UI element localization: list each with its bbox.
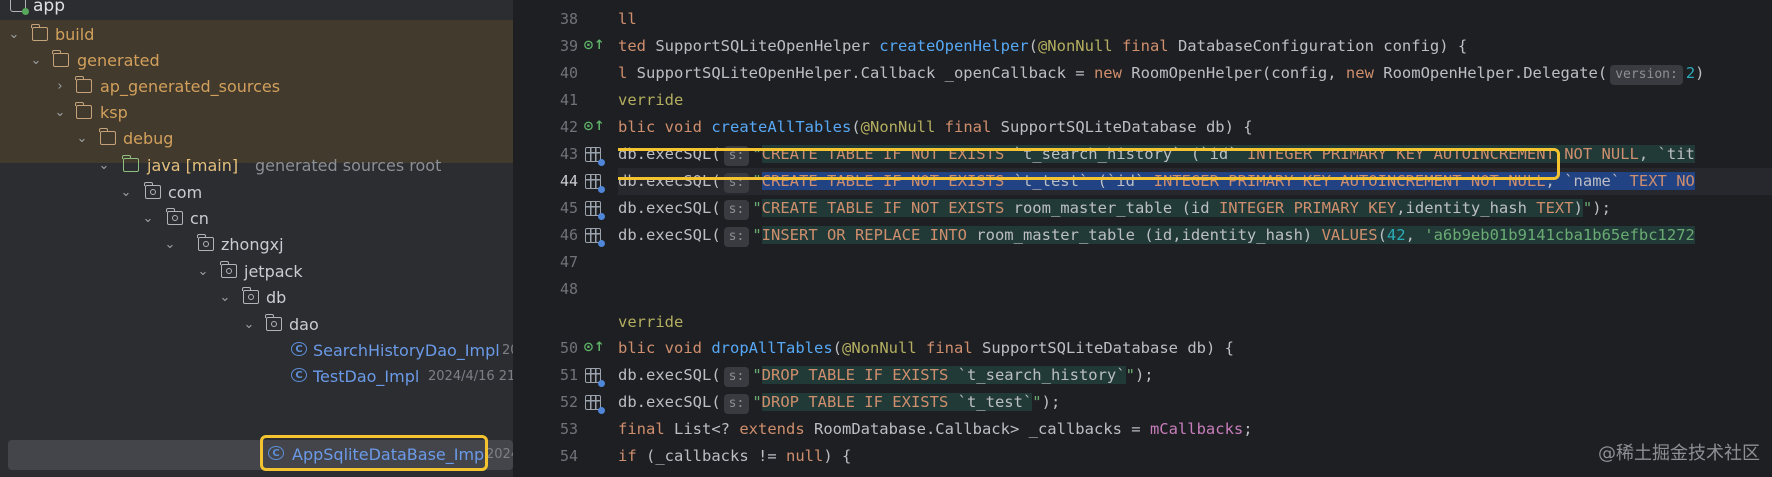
chevron-down-icon[interactable]: ⌄	[196, 257, 210, 287]
param-hint: s:	[723, 227, 750, 247]
code-line-52[interactable]: db.execSQL(s: "DROP TABLE IF EXISTS `t_te…	[618, 389, 1060, 416]
override-gutter-icon[interactable]: ⊙↑	[583, 118, 605, 136]
param-hint: s:	[723, 394, 750, 414]
chevron-down-icon[interactable]: ⌄	[141, 204, 155, 234]
code-line-42[interactable]: blic void createAllTables(@NonNull final…	[618, 114, 1253, 141]
chevron-down-icon[interactable]: ⌄	[163, 230, 177, 260]
code-line-callout	[618, 148, 1560, 180]
code-editor[interactable]: ll ted SupportSQLiteOpenHelper createOpe…	[618, 0, 1772, 477]
folder-icon	[99, 128, 116, 145]
line-number: 40	[559, 64, 578, 82]
param-hint: s:	[723, 200, 750, 220]
line-number: 38	[559, 10, 578, 28]
code-line-53[interactable]: final List<? extends RoomDatabase.Callba…	[618, 416, 1253, 443]
module-icon	[10, 0, 29, 15]
line-number: 44	[559, 172, 578, 190]
line-number: 54	[559, 447, 578, 465]
tree-item-suffix: generated sources root	[255, 156, 442, 175]
code-line-51[interactable]: db.execSQL(s: "DROP TABLE IF EXISTS `t_se…	[618, 362, 1154, 389]
line-number: 45	[559, 199, 578, 217]
class-icon: C	[291, 368, 307, 382]
tree-item-label: TestDao_Impl	[313, 367, 420, 386]
line-number: 43	[559, 145, 578, 163]
package-icon	[144, 182, 161, 199]
chevron-down-icon[interactable]: ⌄	[53, 98, 67, 128]
package-icon	[166, 208, 183, 225]
tree-item-date: 2024/4/16 21:4	[428, 369, 513, 384]
sql-table-icon[interactable]	[585, 228, 605, 247]
folder-icon	[75, 76, 92, 93]
chevron-down-icon[interactable]: ⌄	[119, 178, 133, 208]
line-number: 52	[559, 393, 578, 411]
folder-icon	[75, 102, 92, 119]
line-number: 46	[559, 226, 578, 244]
override-gutter-icon[interactable]: ⊙↑	[583, 37, 605, 55]
class-icon: C	[291, 342, 307, 356]
chevron-down-icon[interactable]: ⌄	[218, 283, 232, 313]
code-line-49[interactable]: verride	[618, 309, 683, 336]
code-line-41[interactable]: verride	[618, 87, 683, 114]
package-icon	[265, 314, 282, 331]
tree-item-label: debug	[123, 129, 174, 148]
watermark: @稀土掘金技术社区	[1598, 443, 1760, 464]
tree-root-label: app	[33, 0, 65, 16]
chevron-down-icon[interactable]: ⌄	[97, 151, 111, 181]
line-number: 41	[559, 91, 578, 109]
tree-item-date: 2024	[486, 447, 513, 462]
line-number: 51	[559, 366, 578, 384]
sql-table-icon[interactable]	[585, 174, 605, 193]
chevron-down-icon[interactable]: ⌄	[7, 20, 21, 50]
sql-table-icon[interactable]	[585, 147, 605, 166]
code-line-50[interactable]: blic void dropAllTables(@NonNull final S…	[618, 335, 1234, 362]
tree-item-label: db	[266, 288, 287, 307]
line-number: 47	[559, 253, 578, 271]
line-number: 50	[559, 339, 578, 357]
line-number: 48	[559, 280, 578, 298]
folder-icon	[52, 50, 69, 67]
package-icon	[220, 261, 237, 278]
code-line-45[interactable]: db.execSQL(s: "CREATE TABLE IF NOT EXISTS…	[618, 195, 1611, 222]
tree-item-label: cn	[190, 209, 209, 228]
project-tree-panel: app ⌄ build ⌄ generated › ap_generated_s…	[0, 0, 513, 477]
tree-item-label: java [main]	[147, 156, 239, 175]
code-line-40[interactable]: l SupportSQLiteOpenHelper.Callback _open…	[618, 60, 1705, 87]
chevron-down-icon[interactable]: ⌄	[29, 46, 43, 76]
package-icon	[197, 234, 214, 251]
sql-table-icon[interactable]	[585, 395, 605, 414]
folder-icon	[31, 24, 48, 41]
chevron-down-icon[interactable]: ⌄	[75, 124, 89, 154]
code-line-46[interactable]: db.execSQL(s: "INSERT OR REPLACE INTO roo…	[618, 222, 1695, 249]
line-number: 42	[559, 118, 578, 136]
chevron-down-icon[interactable]: ⌄	[242, 310, 256, 340]
tree-selection-callout	[260, 435, 488, 471]
source-root-icon	[122, 155, 139, 172]
tree-item-label: zhongxj	[221, 235, 284, 254]
sql-table-icon[interactable]	[585, 368, 605, 387]
code-line-39[interactable]: ted SupportSQLiteOpenHelper createOpenHe…	[618, 33, 1467, 60]
param-hint: s:	[723, 367, 750, 387]
sql-table-icon[interactable]	[585, 201, 605, 220]
param-hint: version:	[1610, 65, 1683, 85]
editor-gutter: 38 39 ⊙↑ 40 41 42 ⊙↑ 43 44 45 46 47 48 5…	[523, 0, 618, 477]
code-line-38[interactable]: ll	[618, 6, 637, 33]
code-line-54[interactable]: if (_callbacks != null) {	[618, 443, 851, 470]
line-number: 53	[559, 420, 578, 438]
override-gutter-icon[interactable]: ⊙↑	[583, 339, 605, 357]
package-icon	[242, 287, 259, 304]
line-number: 39	[559, 37, 578, 55]
